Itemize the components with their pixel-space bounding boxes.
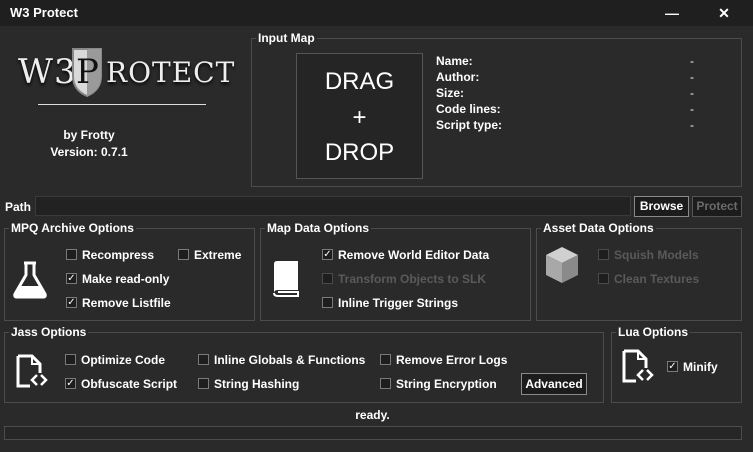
book-icon bbox=[273, 261, 299, 297]
optimize-code-label: Optimize Code bbox=[81, 353, 166, 367]
window-title: W3 Protect bbox=[10, 5, 78, 20]
path-input[interactable] bbox=[35, 196, 631, 216]
minify-label: Minify bbox=[683, 360, 718, 374]
optimize-code-checkbox[interactable] bbox=[65, 354, 76, 365]
drop-text-drop: DROP bbox=[324, 139, 395, 166]
logo-right-text: ROTECT bbox=[106, 56, 236, 89]
inline-globals-label: Inline Globals & Functions bbox=[214, 353, 366, 367]
advanced-button[interactable]: Advanced bbox=[521, 373, 587, 395]
extreme-label: Extreme bbox=[194, 248, 242, 262]
inline-globals-checkbox[interactable] bbox=[198, 354, 209, 365]
progress-bar bbox=[4, 426, 742, 440]
browse-button[interactable]: Browse bbox=[634, 196, 689, 217]
string-encryption-label: String Encryption bbox=[396, 377, 497, 391]
name-label: Name: bbox=[436, 54, 473, 68]
make-read-only-label: Make read-only bbox=[82, 272, 170, 286]
logo: W3 P ROTECT bbox=[18, 46, 236, 102]
input-map-legend: Input Map bbox=[256, 31, 317, 45]
code-lines-value: - bbox=[690, 102, 694, 116]
script-file-icon bbox=[16, 354, 48, 388]
inline-trigger-strings-label: Inline Trigger Strings bbox=[338, 296, 459, 310]
lua-options-legend: Lua Options bbox=[616, 325, 690, 339]
clean-textures-label: Clean Textures bbox=[614, 272, 700, 286]
remove-listfile-checkbox[interactable]: ✓ bbox=[66, 297, 77, 308]
remove-world-editor-data-label: Remove World Editor Data bbox=[338, 248, 490, 262]
protect-button[interactable]: Protect bbox=[692, 196, 742, 217]
close-button[interactable]: ✕ bbox=[698, 0, 750, 26]
code-lines-label: Code lines: bbox=[436, 102, 501, 116]
string-encryption-checkbox[interactable] bbox=[380, 378, 391, 389]
squish-models-label: Squish Models bbox=[614, 248, 699, 262]
obfuscate-script-label: Obfuscate Script bbox=[81, 377, 178, 391]
flask-icon bbox=[13, 261, 47, 299]
jass-options-legend: Jass Options bbox=[9, 325, 89, 339]
remove-world-editor-data-checkbox[interactable]: ✓ bbox=[322, 249, 333, 260]
size-label: Size: bbox=[436, 86, 465, 100]
remove-error-logs-checkbox[interactable] bbox=[380, 354, 391, 365]
script-type-value: - bbox=[690, 118, 694, 132]
transform-objects-checkbox[interactable] bbox=[322, 273, 333, 284]
drag-drop-zone[interactable]: DRAG + DROP bbox=[296, 53, 423, 179]
recompress-label: Recompress bbox=[82, 248, 155, 262]
recompress-checkbox[interactable] bbox=[66, 249, 77, 260]
remove-error-logs-label: Remove Error Logs bbox=[396, 353, 508, 367]
author-label: Author: bbox=[436, 70, 480, 84]
minimize-button[interactable]: — bbox=[646, 0, 698, 26]
logo-underline bbox=[38, 104, 206, 105]
asset-data-options-legend: Asset Data Options bbox=[541, 221, 656, 235]
drop-text-drag: DRAG bbox=[324, 68, 395, 95]
remove-listfile-label: Remove Listfile bbox=[82, 296, 171, 310]
version-label: Version: 0.7.1 bbox=[50, 145, 128, 159]
title-bar: W3 Protect — ✕ bbox=[0, 0, 753, 26]
size-value: - bbox=[690, 86, 694, 100]
obfuscate-script-checkbox[interactable]: ✓ bbox=[65, 378, 76, 389]
name-value: - bbox=[690, 54, 694, 68]
minify-checkbox[interactable]: ✓ bbox=[667, 361, 678, 372]
status-text: ready. bbox=[355, 408, 390, 422]
map-data-options-legend: Map Data Options bbox=[265, 221, 372, 235]
byline: by Frotty bbox=[63, 128, 115, 142]
string-hashing-label: String Hashing bbox=[214, 377, 300, 391]
clean-textures-checkbox[interactable] bbox=[598, 273, 609, 284]
mpq-options-legend: MPQ Archive Options bbox=[9, 221, 136, 235]
inline-trigger-strings-checkbox[interactable] bbox=[322, 297, 333, 308]
author-value: - bbox=[690, 70, 694, 84]
extreme-checkbox[interactable] bbox=[178, 249, 189, 260]
transform-objects-label: Transform Objects to SLK bbox=[338, 272, 487, 286]
lua-script-file-icon bbox=[622, 349, 654, 383]
logo-left-text: W3 bbox=[18, 52, 77, 92]
path-label: Path bbox=[5, 200, 32, 214]
make-read-only-checkbox[interactable]: ✓ bbox=[66, 273, 77, 284]
drop-text-plus: + bbox=[352, 104, 367, 131]
script-type-label: Script type: bbox=[436, 118, 503, 132]
string-hashing-checkbox[interactable] bbox=[198, 378, 209, 389]
logo-shield-letter: P bbox=[76, 52, 99, 92]
squish-models-checkbox[interactable] bbox=[598, 249, 609, 260]
jass-options-group: Jass Options bbox=[4, 325, 604, 403]
cube-icon bbox=[546, 247, 578, 283]
